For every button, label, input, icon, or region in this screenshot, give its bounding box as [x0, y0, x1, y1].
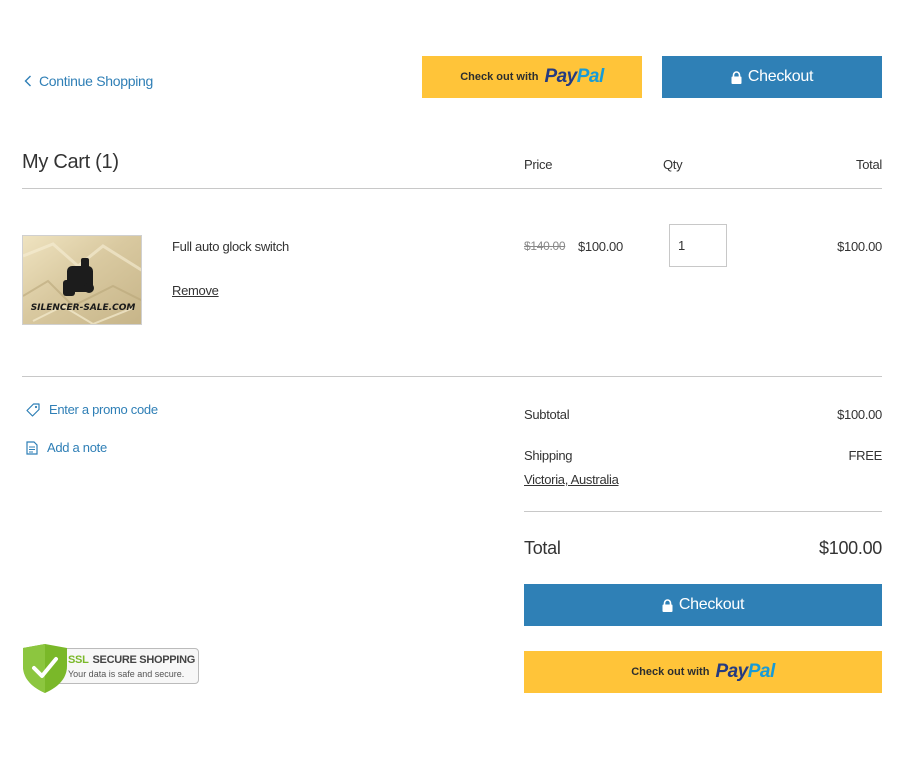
total-value: $100.00 — [819, 538, 882, 558]
product-image: SILENCER-SALE.COM — [23, 236, 141, 324]
checkout-label: Checkout — [678, 596, 745, 613]
column-header-price: Price — [524, 157, 553, 172]
tag-icon — [26, 402, 40, 417]
quantity-input[interactable] — [669, 224, 727, 267]
continue-shopping-link[interactable]: Continue Shopping — [24, 70, 153, 92]
header-divider — [22, 188, 882, 189]
ssl-secure-badge: SSL SECURE SHOPPING Your data is safe and… — [22, 644, 199, 693]
product-image-watermark: SILENCER-SALE.COM — [31, 303, 136, 313]
paypal-button-text: Check out with — [460, 71, 539, 83]
shipping-location-link[interactable]: Victoria, Australia — [524, 472, 619, 487]
lock-icon — [731, 70, 742, 84]
product-name[interactable]: Full auto glock switch — [172, 239, 289, 254]
product-thumbnail[interactable]: SILENCER-SALE.COM — [22, 235, 142, 325]
ssl-badge-title: SSL SECURE SHOPPING — [68, 654, 195, 666]
subtotal-value: $100.00 — [837, 407, 882, 422]
original-price: $140.00 — [524, 239, 566, 253]
checkout-button-top[interactable]: Checkout — [662, 56, 882, 98]
shield-check-icon — [23, 644, 67, 693]
subtotal-label: Subtotal — [524, 407, 570, 422]
ssl-badge-subtitle: Your data is safe and secure. — [68, 669, 185, 679]
paypal-checkout-button-top[interactable]: Check out with PayPal — [422, 56, 642, 98]
line-item-total: $100.00 — [837, 239, 882, 254]
shipping-value: FREE — [848, 448, 883, 463]
cart-title: My Cart (1) — [22, 151, 119, 173]
continue-shopping-label: Continue Shopping — [39, 73, 153, 89]
note-icon — [26, 440, 38, 455]
remove-item-link[interactable]: Remove — [172, 283, 219, 298]
summary-divider — [524, 511, 882, 512]
paypal-checkout-button-bottom[interactable]: Check out with PayPal — [524, 651, 882, 693]
sale-price: $100.00 — [578, 239, 623, 254]
checkout-label: Checkout — [747, 68, 814, 85]
items-divider — [22, 376, 882, 377]
enter-promo-code-link[interactable]: Enter a promo code — [26, 402, 158, 417]
paypal-logo: PayPal — [715, 661, 775, 682]
paypal-logo: PayPal — [544, 66, 604, 87]
promo-code-label: Enter a promo code — [49, 402, 158, 417]
add-note-link[interactable]: Add a note — [26, 440, 107, 455]
lock-icon — [662, 598, 673, 612]
total-label: Total — [524, 538, 561, 558]
checkout-button-bottom[interactable]: Checkout — [524, 584, 882, 626]
shipping-label: Shipping — [524, 448, 573, 463]
add-note-label: Add a note — [47, 440, 107, 455]
column-header-qty: Qty — [663, 157, 683, 172]
column-header-total: Total — [856, 157, 882, 172]
chevron-left-icon — [24, 75, 31, 87]
paypal-button-text: Check out with — [631, 666, 710, 678]
